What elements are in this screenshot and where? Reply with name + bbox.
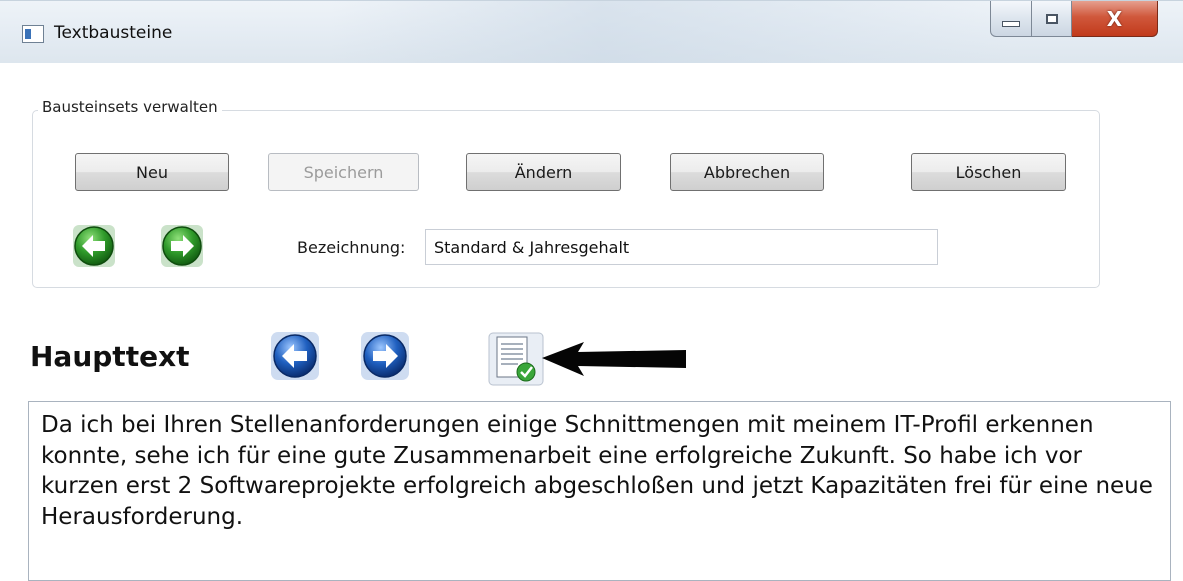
document-check-icon[interactable]	[488, 332, 544, 386]
title-bar: Textbausteine X	[0, 0, 1183, 63]
name-input[interactable]	[425, 229, 938, 265]
arrow-right-green-icon[interactable]	[160, 224, 204, 268]
maximize-button[interactable]	[1032, 1, 1072, 37]
arrow-left-green-icon[interactable]	[72, 224, 116, 268]
edit-button[interactable]: Ändern	[466, 153, 621, 191]
close-icon: X	[1106, 6, 1123, 31]
save-button[interactable]: Speichern	[268, 153, 419, 191]
maximize-icon	[1045, 13, 1058, 24]
close-button[interactable]: X	[1072, 1, 1158, 37]
main-text-area[interactable]: Da ich bei Ihren Stellenanforderungen ei…	[28, 401, 1171, 581]
page-heading: Haupttext	[30, 340, 190, 373]
minimize-icon	[1002, 20, 1020, 27]
pointer-arrow-icon	[542, 342, 686, 376]
delete-button[interactable]: Löschen	[911, 153, 1066, 191]
caption-buttons: X	[990, 1, 1158, 43]
groupbox-label: Bausteinsets verwalten	[38, 98, 222, 116]
cancel-button[interactable]: Abbrechen	[670, 153, 824, 191]
new-button[interactable]: Neu	[75, 153, 229, 191]
minimize-button[interactable]	[990, 1, 1032, 37]
arrow-left-blue-icon[interactable]	[270, 331, 320, 381]
arrow-right-blue-icon[interactable]	[360, 331, 410, 381]
window-title: Textbausteine	[54, 23, 173, 43]
name-label: Bezeichnung:	[297, 238, 406, 257]
app-window-icon	[22, 25, 44, 43]
